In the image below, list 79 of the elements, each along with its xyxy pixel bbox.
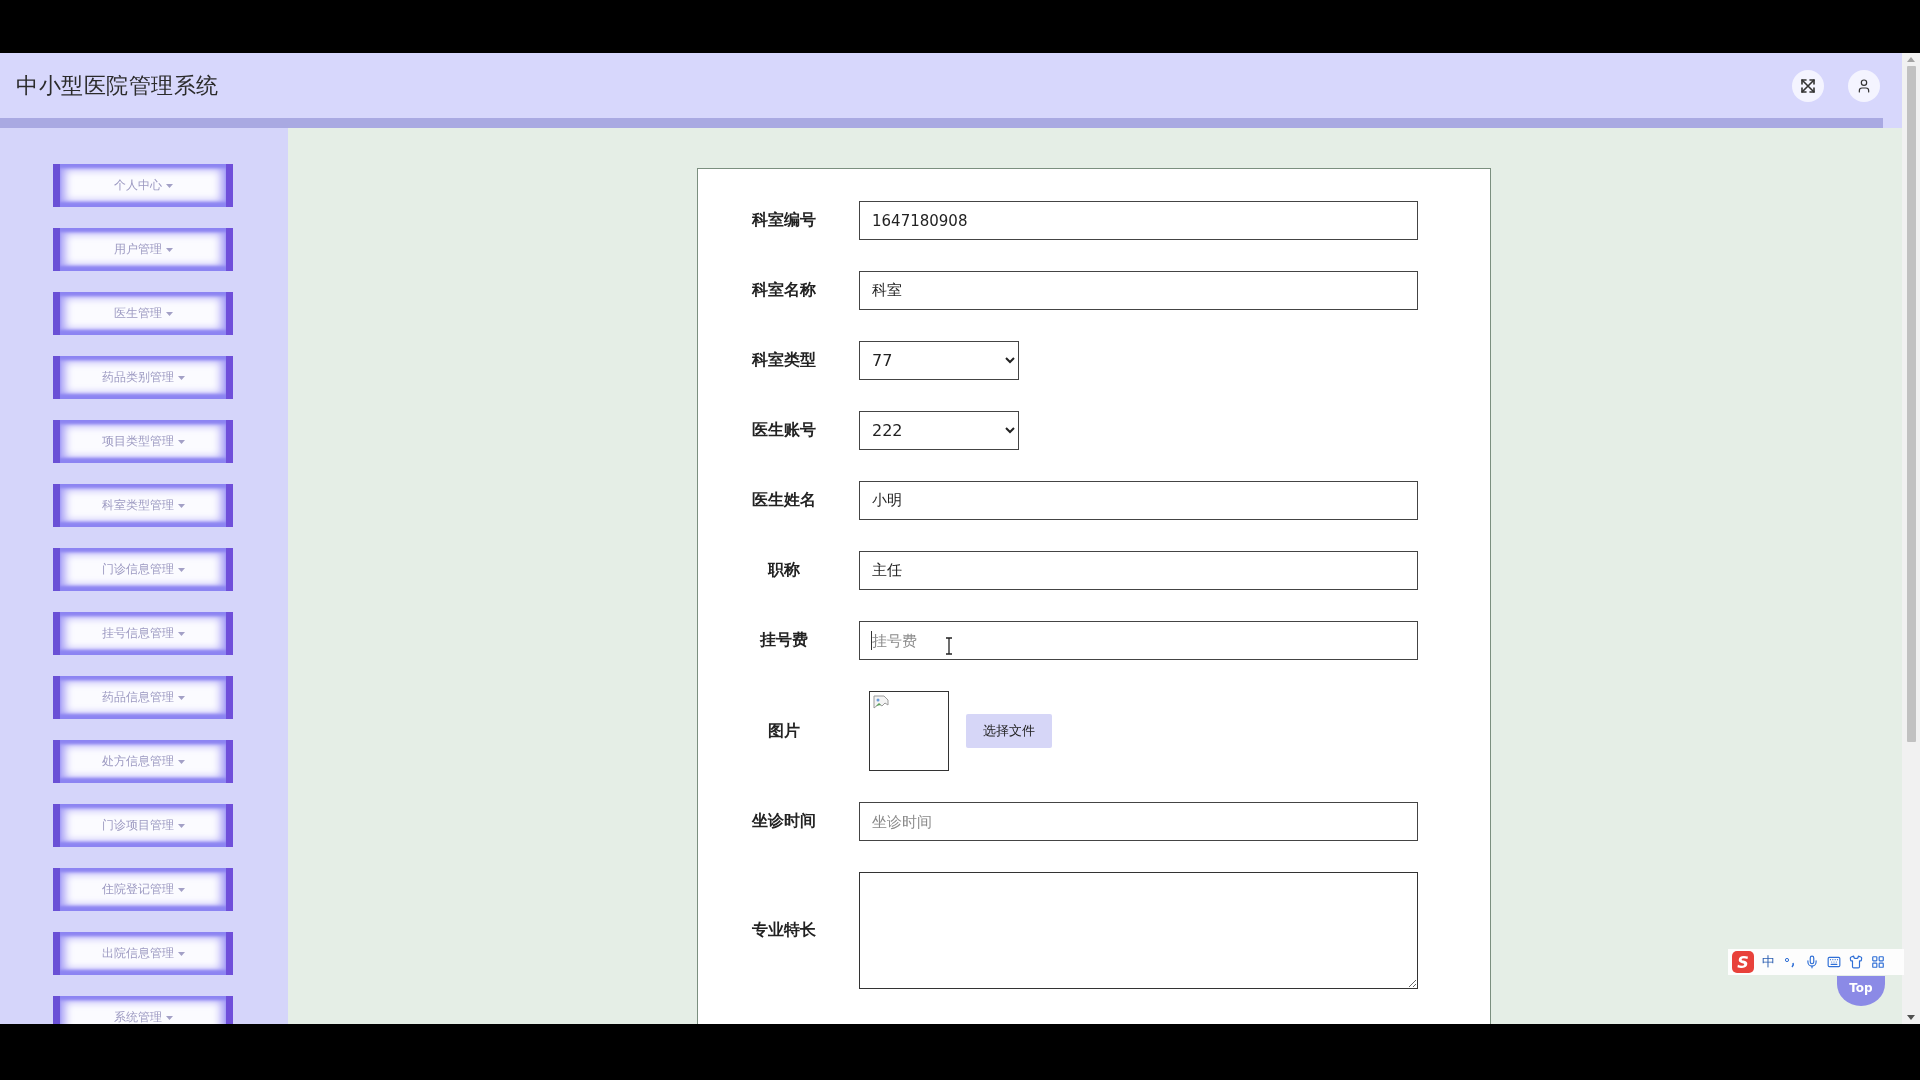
ime-logo[interactable]: S	[1732, 951, 1754, 973]
input-field[interactable]: 挂号费	[859, 621, 1418, 660]
caret-down-icon	[177, 375, 185, 380]
caret-down-icon	[177, 887, 185, 892]
menu-item-label: 住院登记管理	[101, 881, 174, 898]
caret-down-icon	[165, 311, 173, 316]
menu-item-label: 挂号信息管理	[101, 625, 174, 642]
caret-down-icon	[177, 759, 185, 764]
menu-item-label: 项目类型管理	[101, 433, 174, 450]
field-label: 医生账号	[751, 420, 816, 441]
menu-item-label: 药品类别管理	[101, 369, 174, 386]
choose-file-button[interactable]: 选择文件	[966, 714, 1052, 748]
caret-down-icon	[165, 183, 173, 188]
scroll-down-icon[interactable]	[1907, 1015, 1915, 1020]
sidebar-menu-item[interactable]: 项目类型管理	[53, 420, 233, 463]
sidebar-menu-item[interactable]: 门诊项目管理	[53, 804, 233, 847]
caret-down-icon	[177, 631, 185, 636]
menu-item-label: 药品信息管理	[101, 689, 174, 706]
ime-language-toggle[interactable]: 中	[1762, 953, 1775, 971]
sidebar-menu-item[interactable]: 住院登记管理	[53, 868, 233, 911]
field-label: 专业特长	[751, 920, 816, 941]
sidebar-menu-item[interactable]: 门诊信息管理	[53, 548, 233, 591]
field-label: 职称	[767, 560, 800, 581]
sidebar-menu-item[interactable]: 药品信息管理	[53, 676, 233, 719]
menu-item-label: 个人中心	[113, 177, 162, 194]
input-field[interactable]: 小明	[859, 481, 1418, 520]
caret-down-icon	[177, 503, 185, 508]
scrollbar-thumb[interactable]	[1906, 66, 1916, 742]
fullscreen-icon	[1800, 77, 1816, 94]
caret-down-icon	[165, 247, 173, 252]
caret-down-icon	[177, 951, 185, 956]
sidebar-menu-item[interactable]: 系统管理	[53, 996, 233, 1024]
textarea-field[interactable]	[859, 872, 1418, 989]
text-cursor-icon	[945, 637, 953, 655]
sidebar-menu-item[interactable]: 医生管理	[53, 292, 233, 335]
menu-item-label: 门诊项目管理	[101, 817, 174, 834]
menu-item-label: 医生管理	[113, 305, 162, 322]
field-label: 科室编号	[751, 210, 816, 231]
sidebar-menu-item[interactable]: 出院信息管理	[53, 932, 233, 975]
broken-image-icon	[873, 695, 889, 711]
shirt-icon[interactable]	[1849, 955, 1863, 969]
caret-down-icon	[177, 567, 185, 572]
caret-down-icon	[177, 823, 185, 828]
grid-icon[interactable]	[1871, 955, 1885, 969]
sidebar-menu-item[interactable]: 挂号信息管理	[53, 612, 233, 655]
fullscreen-button[interactable]	[1792, 69, 1824, 102]
punctuation-icon[interactable]	[1783, 955, 1797, 969]
menu-item-label: 用户管理	[113, 241, 162, 258]
menu-item-label: 门诊信息管理	[101, 561, 174, 578]
input-field[interactable]: 科室	[859, 271, 1418, 310]
caret-down-icon	[177, 695, 185, 700]
user-button[interactable]	[1848, 69, 1880, 102]
input-field[interactable]: 1647180908	[859, 201, 1418, 240]
field-label: 科室名称	[751, 280, 816, 301]
field-label: 图片	[767, 720, 800, 742]
sidebar-menu-item[interactable]: 药品类别管理	[53, 356, 233, 399]
input-field[interactable]: 主任	[859, 551, 1418, 590]
sidebar-menu-item[interactable]: 个人中心	[53, 164, 233, 207]
select-field[interactable]: 77	[859, 341, 1019, 380]
field-label: 科室类型	[751, 350, 816, 371]
field-label: 挂号费	[759, 630, 808, 651]
caret-down-icon	[177, 439, 185, 444]
keyboard-icon[interactable]	[1827, 955, 1841, 969]
sidebar-menu-item[interactable]: 处方信息管理	[53, 740, 233, 783]
menu-item-label: 科室类型管理	[101, 497, 174, 514]
input-field[interactable]: 坐诊时间	[859, 802, 1418, 841]
sidebar-menu-item[interactable]: 科室类型管理	[53, 484, 233, 527]
menu-item-label: 系统管理	[113, 1009, 162, 1024]
menu-item-label: 出院信息管理	[101, 945, 174, 962]
microphone-icon[interactable]	[1805, 955, 1819, 969]
field-label: 医生姓名	[751, 490, 816, 511]
field-label: 坐诊时间	[751, 811, 816, 832]
user-icon	[1856, 77, 1872, 94]
app-title: 中小型医院管理系统	[16, 71, 219, 100]
scrollbar[interactable]	[1902, 53, 1920, 1024]
sidebar-menu-item[interactable]: 用户管理	[53, 228, 233, 271]
caret-down-icon	[165, 1015, 173, 1020]
menu-item-label: 处方信息管理	[101, 753, 174, 770]
select-field[interactable]: 222	[859, 411, 1019, 450]
